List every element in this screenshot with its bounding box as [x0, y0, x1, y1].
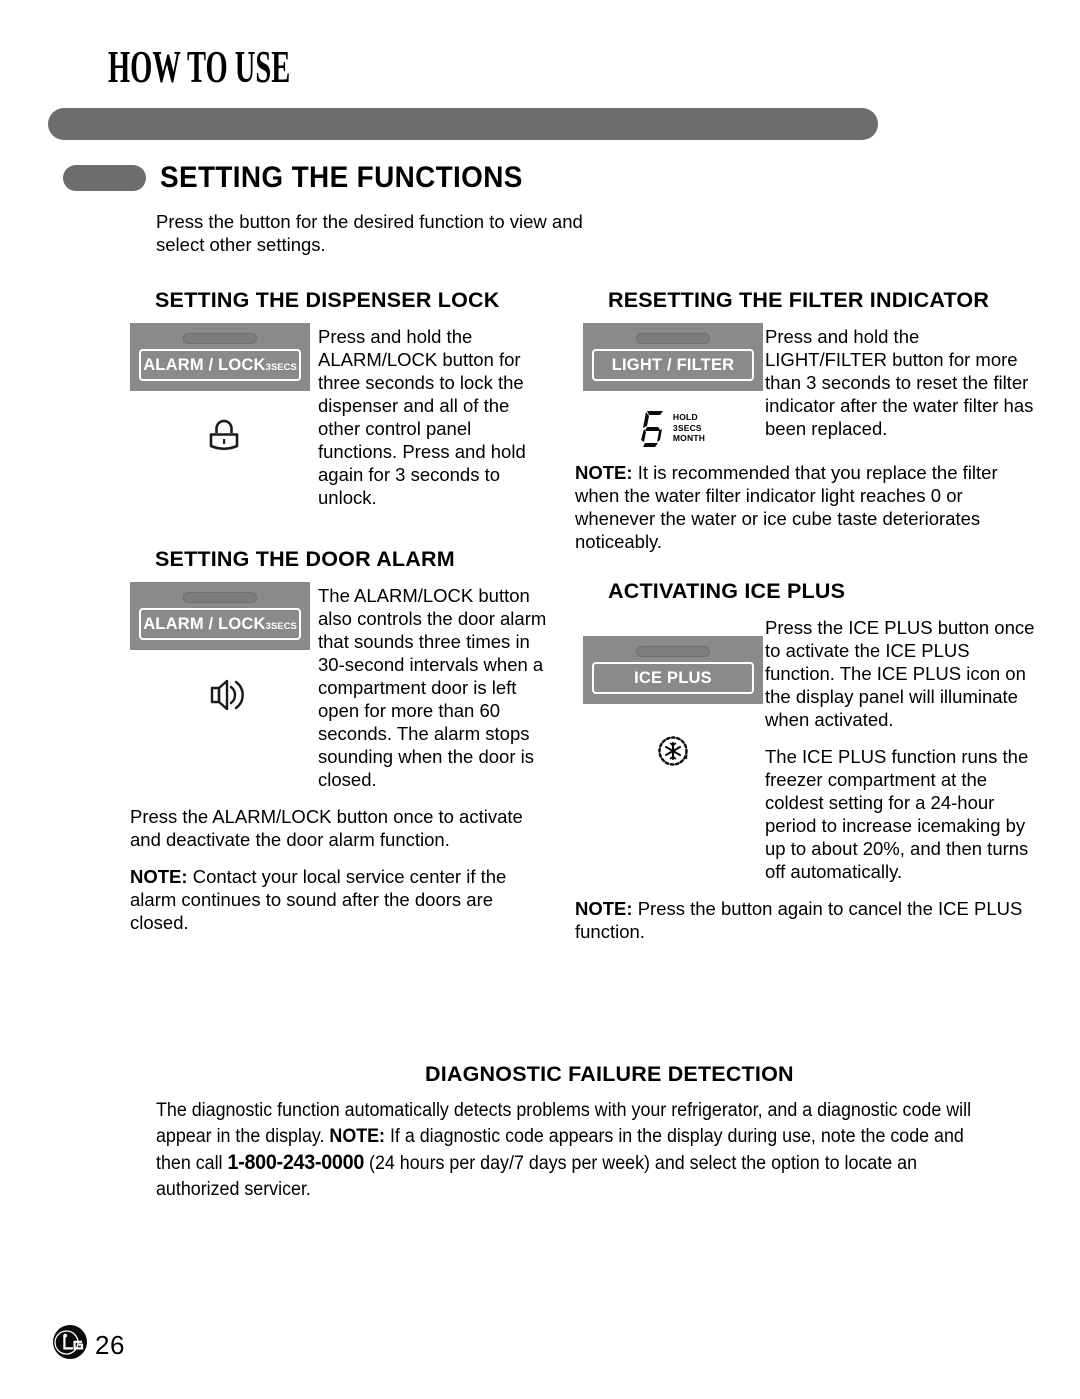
heading-door-alarm: SETTING THE DOOR ALARM	[155, 547, 455, 571]
ice-plus-figure: ICE PLUS	[583, 614, 763, 772]
alarm-lock-button-label-2: ALARM / LOCK	[143, 614, 266, 633]
door-alarm-note: NOTE: Contact your local service center …	[130, 865, 550, 934]
page-title: HOW TO USE	[108, 41, 291, 92]
door-alarm-paragraph-2: Press the ALARM/LOCK button once to acti…	[130, 806, 523, 850]
ice-plus-button-label: ICE PLUS	[634, 668, 712, 687]
control-panel-alarm-lock: ALARM / LOCK 3SECS	[130, 323, 310, 391]
filter-indicator-figure: LIGHT / FILTER HOLD 3SECS MONTH	[583, 323, 763, 447]
ice-plus-text: Press the ICE PLUS button once to activa…	[763, 614, 1035, 883]
indicator-led	[636, 333, 710, 344]
lg-logo	[52, 1324, 88, 1365]
support-phone-number: 1-800-243-0000	[227, 1151, 365, 1174]
note-label: NOTE:	[130, 866, 188, 887]
padlock-icon	[209, 419, 239, 451]
control-panel-light-filter: LIGHT / FILTER	[583, 323, 763, 391]
note-label: NOTE:	[575, 462, 633, 483]
light-filter-button-label: LIGHT / FILTER	[611, 355, 735, 374]
dispenser-lock-figure: ALARM / LOCK 3SECS	[130, 323, 318, 459]
control-panel-alarm-lock-2: ALARM / LOCK 3SECS	[130, 582, 310, 650]
filter-indicator-note: NOTE: It is recommended that you replace…	[575, 461, 1035, 553]
dispenser-lock-block: ALARM / LOCK 3SECS Press and hold the ALA…	[130, 323, 550, 509]
seven-segment-labels: HOLD 3SECS MONTH	[673, 412, 705, 444]
heading-ice-plus: ACTIVATING ICE PLUS	[608, 579, 846, 603]
note-text: It is recommended that you replace the f…	[575, 462, 998, 552]
alarm-lock-button-label: ALARM / LOCK	[143, 355, 266, 374]
dispenser-lock-text: Press and hold the ALARM/LOCK button for…	[318, 326, 526, 508]
ice-plus-icon-wrap	[583, 730, 763, 772]
note-label: NOTE:	[575, 898, 633, 919]
alarm-lock-button-secs-2: 3SECS	[265, 620, 297, 632]
seven-segment-digit	[640, 411, 663, 447]
section-title-pill	[63, 165, 146, 191]
alarm-lock-button[interactable]: ALARM / LOCK 3SECS	[139, 349, 301, 381]
alarm-lock-button-secs: 3SECS	[265, 361, 297, 373]
seg-label-month: MONTH	[672, 433, 706, 444]
seg-label-3secs: 3SECS	[672, 422, 702, 433]
ice-plus-paragraph-2: The ICE PLUS function runs the freezer c…	[765, 746, 1029, 882]
filter-indicator-block: LIGHT / FILTER HOLD 3SECS MONTH Press an…	[575, 323, 1035, 447]
padlock-icon-wrap	[130, 417, 318, 459]
control-panel-ice-plus: ICE PLUS	[583, 636, 763, 704]
door-alarm-figure: ALARM / LOCK 3SECS	[130, 582, 318, 714]
speaker-icon	[210, 679, 244, 711]
ice-plus-block: ICE PLUS Press the ICE PLUS button once …	[575, 614, 1035, 883]
ice-plus-button[interactable]: ICE PLUS	[592, 662, 754, 694]
indicator-led	[183, 592, 257, 603]
ice-plus-note: NOTE: Press the button again to cancel t…	[575, 897, 1035, 943]
diagnostic-note-label: NOTE:	[329, 1126, 385, 1147]
diagnostic-body: The diagnostic function automatically de…	[156, 1098, 983, 1203]
speaker-icon-wrap	[130, 676, 318, 714]
indicator-led	[183, 333, 257, 344]
door-alarm-text: The ALARM/LOCK button also controls the …	[318, 585, 547, 790]
filter-indicator-icon-wrap: HOLD 3SECS MONTH	[583, 409, 763, 447]
heading-filter-indicator: RESETTING THE FILTER INDICATOR	[608, 288, 990, 312]
alarm-lock-button-2[interactable]: ALARM / LOCK 3SECS	[139, 608, 301, 640]
right-column: RESETTING THE FILTER INDICATOR LIGHT / F…	[575, 288, 1035, 943]
section-title: SETTING THE FUNCTIONS	[160, 161, 523, 194]
seg-label-hold: HOLD	[672, 412, 698, 423]
filter-indicator-text: Press and hold the LIGHT/FILTER button f…	[765, 326, 1034, 439]
heading-dispenser-lock: SETTING THE DISPENSER LOCK	[155, 288, 500, 312]
lg-logo-icon	[53, 1325, 87, 1359]
note-text: Press the button again to cancel the ICE…	[575, 898, 1023, 942]
intro-paragraph: Press the button for the desired functio…	[156, 211, 583, 255]
ice-plus-paragraph-1: Press the ICE PLUS button once to activa…	[765, 617, 1035, 730]
heading-diagnostic-failure-detection: DIAGNOSTIC FAILURE DETECTION	[425, 1062, 794, 1086]
page-number: 26	[95, 1330, 125, 1360]
seven-segment-six-icon: HOLD 3SECS MONTH	[640, 409, 705, 447]
header-divider-bar	[48, 108, 878, 140]
left-column: SETTING THE DISPENSER LOCK ALARM / LOCK 3…	[130, 288, 550, 934]
snowflake-refresh-icon	[658, 736, 688, 766]
indicator-led	[636, 646, 710, 657]
light-filter-button[interactable]: LIGHT / FILTER	[592, 349, 754, 381]
door-alarm-block: ALARM / LOCK 3SECS The ALARM/LOCK button …	[130, 582, 550, 791]
